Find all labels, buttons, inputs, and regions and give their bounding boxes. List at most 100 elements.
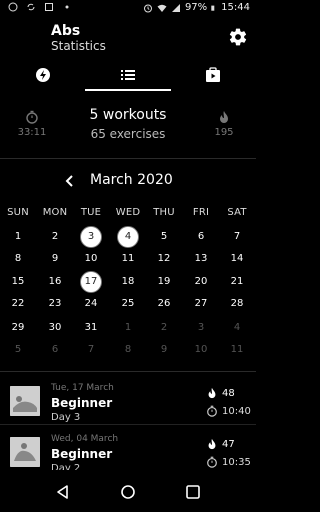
status-right: 97% 15:44 [143,2,250,13]
screenshot-icon [45,3,53,11]
calendar-day[interactable]: 23 [43,293,67,315]
exercise-thumbnail [10,386,40,416]
workout-date: Tue, 17 March [51,383,114,393]
weekday-label: SUN [7,207,29,218]
calendar-day[interactable]: 27 [189,293,213,315]
calendar-day[interactable]: 28 [225,293,249,315]
calendar-day[interactable]: 7 [225,226,249,248]
flame-icon [208,438,216,450]
system-nav-bar [0,470,256,512]
calendar-day[interactable]: 30 [43,317,67,339]
calendar-day: 5 [14,344,22,355]
tab-videos[interactable] [170,60,255,90]
calendar-day[interactable]: 13 [189,248,213,270]
stopwatch-icon [26,110,38,124]
calendar-day[interactable]: 16 [43,271,67,293]
battery-icon [211,5,215,11]
calories-value: 47 [222,438,235,450]
calendar-day[interactable]: 25 [116,293,140,315]
weekday-header: SUN MON TUE WED THU FRI SAT [0,207,256,221]
workout-date: Wed, 04 March [51,434,119,444]
recents-icon[interactable] [183,482,203,502]
calendar-day[interactable]: 26 [152,293,176,315]
calendar-day[interactable]: 21 [225,271,249,293]
calendar-day: 11 [230,344,244,355]
workout-duration: 10:40 [206,405,251,417]
calendar-day[interactable]: 22 [6,293,30,315]
calendar-day: 10 [194,344,208,355]
calendar-day[interactable]: 6 [189,226,213,248]
calories-value: 195 [214,127,234,138]
duration-value: 33:11 [17,127,47,138]
page-subtitle: Statistics [51,39,106,53]
calendar-day[interactable]: 8 [6,248,30,270]
workout-title: Beginner [51,447,113,461]
weekday-label: MON [42,207,68,218]
calories-value: 48 [222,387,235,399]
calendar-day: 1 [124,322,132,333]
calendar-day[interactable]: 31 [79,317,103,339]
workout-history-item[interactable]: Tue, 17 March Beginner Day 3 48 10:40 [0,378,256,430]
calories-summary: 195 [199,110,249,138]
weekday-label: FRI [192,207,210,218]
tab-indicator [85,89,171,91]
flame-icon [220,111,228,123]
list-icon [120,70,135,80]
workout-calories: 47 [206,438,235,450]
workout-title: Beginner [51,396,113,410]
chevron-left-icon[interactable] [61,172,79,190]
cell-signal-icon [171,3,180,12]
calendar-day[interactable]: 20 [189,271,213,293]
back-icon[interactable] [53,482,73,502]
calendar-grid: 1 2 3 4 5 6 7 8 9 10 11 12 13 14 15 16 17 18 19 20 21 22 23 24 2… [0,226,256,364]
divider [0,158,256,159]
workout-day: Day 3 [51,412,81,423]
calendar-day[interactable]: 11 [116,248,140,270]
status-left [8,2,72,12]
calendar-day-selected[interactable]: 17 [80,271,102,293]
calendar-day: 3 [197,322,205,333]
exercise-thumbnail [10,437,40,467]
calendar-day[interactable]: 1 [6,226,30,248]
flame-icon [208,387,216,399]
calendar-day[interactable]: 15 [6,271,30,293]
calendar-day-selected[interactable]: 3 [80,226,102,248]
divider [0,424,256,425]
workout-calories: 48 [206,387,235,399]
tab-bar [0,60,256,92]
duration-value: 10:35 [222,456,251,468]
calendar-day[interactable]: 29 [6,317,30,339]
calendar-day: 8 [124,344,132,355]
alarm-icon [143,4,152,12]
calendar-day[interactable]: 24 [79,293,103,315]
signal-dot-icon [65,5,69,9]
divider [0,371,256,372]
month-label: March 2020 [90,172,173,188]
tab-workout[interactable] [0,60,85,90]
calendar-day: 6 [51,344,59,355]
calendar-day[interactable]: 19 [152,271,176,293]
home-icon[interactable] [118,482,138,502]
sync-icon [27,3,35,11]
tab-statistics[interactable] [85,60,170,90]
page-title: Abs [51,23,81,39]
calendar-day[interactable]: 9 [43,248,67,270]
calendar-day-selected[interactable]: 4 [117,226,139,248]
calendar-day[interactable]: 18 [116,271,140,293]
weekday-label: TUE [80,207,102,218]
weekday-label: WED [115,207,141,218]
calendar-day: 9 [160,344,168,355]
workout-duration: 10:35 [206,456,251,468]
bolt-icon [35,68,50,82]
calendar-day[interactable]: 2 [43,226,67,248]
calendar-day[interactable]: 12 [152,248,176,270]
weekday-label: THU [153,207,175,218]
duration-value: 10:40 [222,405,251,417]
gear-icon[interactable] [228,27,248,47]
calendar-day[interactable]: 5 [152,226,176,248]
calendar-day: 4 [233,322,241,333]
wifi-icon [157,4,167,12]
calendar-day[interactable]: 10 [79,248,103,270]
calendar-day[interactable]: 14 [225,248,249,270]
calendar-day: 2 [160,322,168,333]
